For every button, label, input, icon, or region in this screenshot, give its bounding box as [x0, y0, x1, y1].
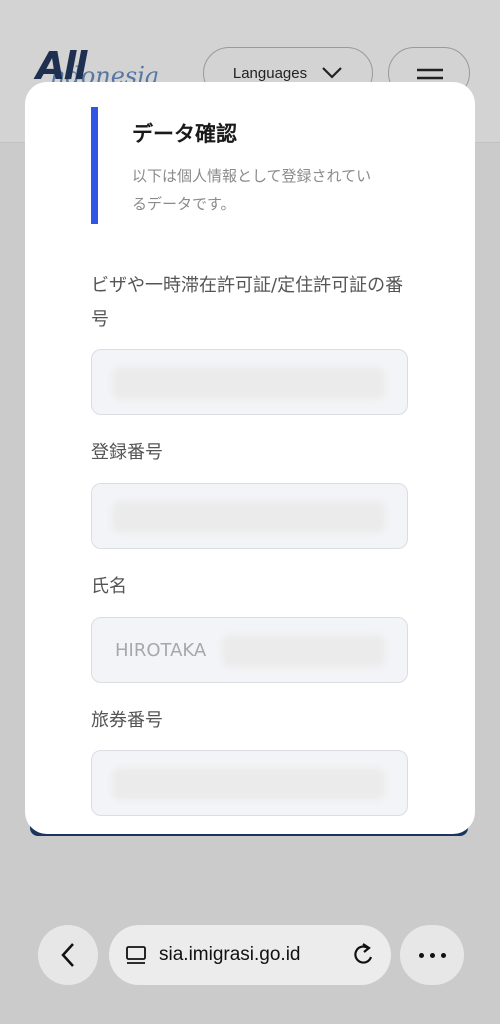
more-dot-icon: [440, 952, 446, 958]
passport-number-label: 旅券番号: [91, 710, 163, 731]
registration-number-label: 登録番号: [91, 442, 163, 463]
registration-number-field[interactable]: [91, 483, 408, 549]
visa-number-label: ビザや一時滞在許可証/定住許可証の番号: [91, 275, 404, 330]
languages-label: Languages: [232, 64, 308, 82]
name-label: 氏名: [91, 576, 127, 597]
reader-view-icon: [126, 946, 146, 964]
modal-description: 以下は個人情報として登録されているデータです。: [132, 167, 372, 213]
visa-number-field[interactable]: [91, 349, 408, 415]
redaction-blur: [112, 501, 385, 533]
name-field[interactable]: HIROTAKA: [91, 617, 408, 683]
name-value: HIROTAKA: [115, 639, 207, 661]
address-bar[interactable]: sia.imigrasi.go.id: [109, 925, 391, 985]
url-text: sia.imigrasi.go.id: [159, 944, 301, 965]
more-dot-icon: [429, 952, 435, 958]
redaction-blur: [112, 768, 385, 800]
redaction-blur: [112, 367, 385, 399]
more-options-button[interactable]: [400, 925, 464, 985]
chevron-down-icon: [322, 67, 342, 79]
chevron-left-icon: [61, 943, 74, 967]
redaction-blur: [222, 635, 385, 667]
back-button[interactable]: [38, 925, 98, 985]
reload-icon[interactable]: [351, 941, 377, 969]
passport-number-field[interactable]: [91, 750, 408, 816]
accent-bar: [91, 107, 98, 224]
data-confirmation-modal: データ確認 以下は個人情報として登録されているデータです。 ビザや一時滞在許可証…: [25, 82, 475, 834]
more-dot-icon: [418, 952, 424, 958]
modal-title: データ確認: [132, 122, 237, 146]
